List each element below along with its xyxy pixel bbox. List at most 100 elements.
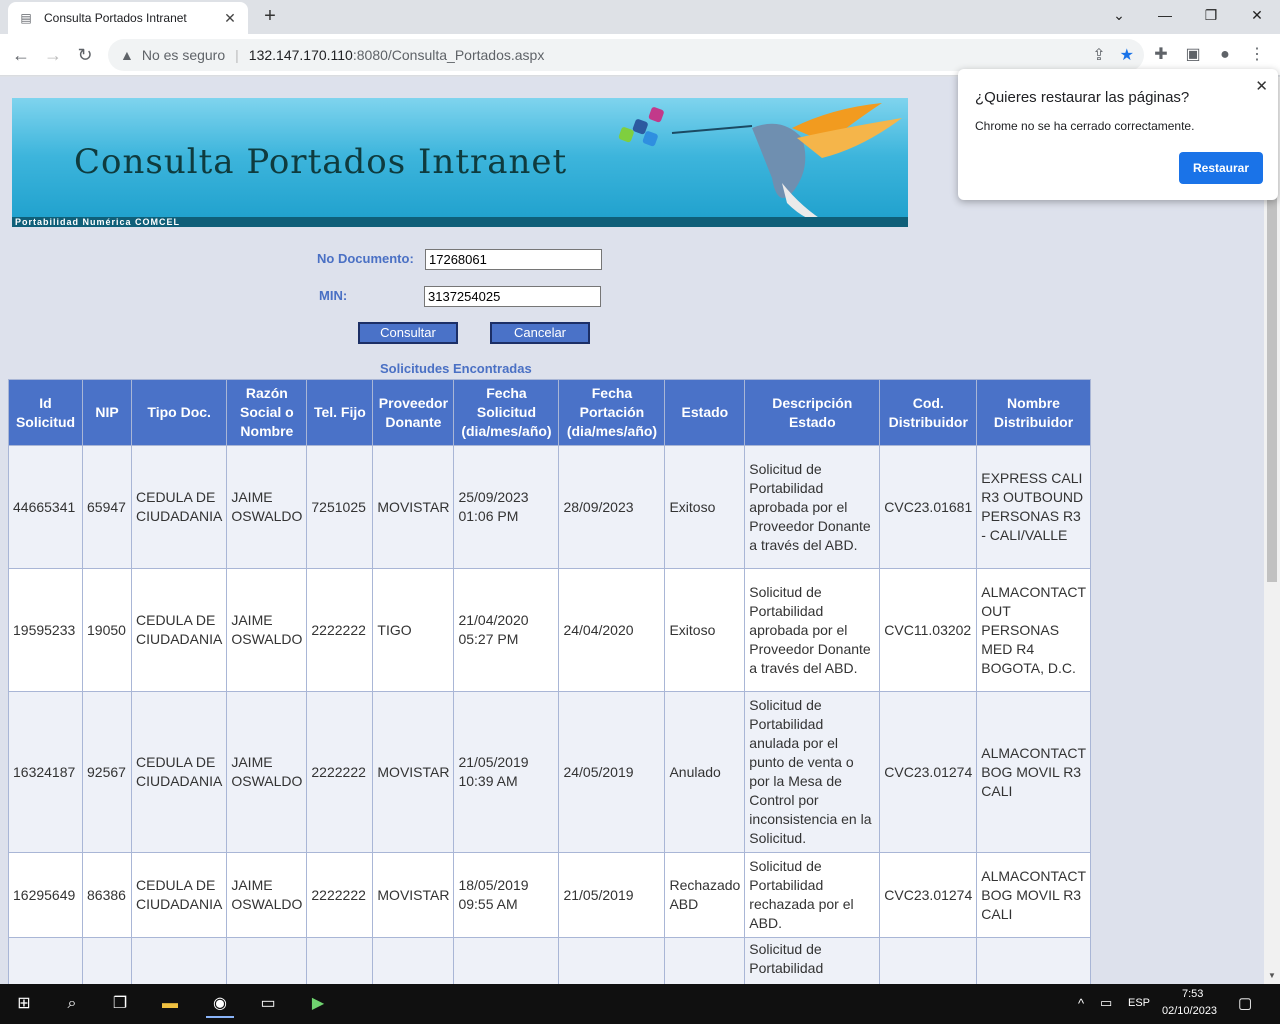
cell-tipo-doc: CEDULA DE CIUDADANIA (130, 852, 228, 938)
scroll-down-icon[interactable]: ▼ (1268, 971, 1276, 980)
close-popup-icon[interactable]: ✕ (1255, 77, 1268, 95)
column-header: Tipo Doc. (130, 379, 228, 446)
column-header: Razón Social o Nombre (226, 379, 308, 446)
close-tab-icon[interactable]: ✕ (222, 10, 238, 27)
cell-cod-distribuidor (879, 937, 978, 984)
cell-nip: 92567 (82, 691, 132, 853)
url-path: :8080/Consulta_Portados.aspx (352, 47, 545, 63)
cell-tel (306, 937, 374, 984)
header-banner: Consulta Portados Intranet Portabilidad … (12, 98, 908, 227)
cell-fecha-solicitud: 25/09/2023 01:06 PM (453, 445, 560, 569)
windows-start-icon[interactable]: ⊞ (10, 990, 38, 1018)
extensions-icon[interactable]: ✚ (1150, 44, 1172, 66)
consultar-button[interactable]: Consultar (358, 322, 458, 344)
cell-tipo-doc: CEDULA DE CIUDADANIA (130, 445, 228, 569)
cell-proveedor: MOVISTAR (372, 852, 455, 938)
cell-fecha-solicitud: 18/05/2019 09:55 AM (453, 852, 560, 938)
address-bar[interactable]: ▲ No es seguro | 132.147.170.110:8080/Co… (108, 39, 1144, 71)
cell-tipo-doc: CEDULA DE CIUDADANIA (130, 568, 228, 692)
cell-nip: 19050 (82, 568, 132, 692)
cell-id: 44665341 (8, 445, 83, 569)
network-icon[interactable]: ▭ (1100, 995, 1112, 1011)
cell-descripcion: Solicitud de Portabilidad (744, 937, 881, 984)
tab-title: Consulta Portados Intranet (44, 11, 187, 25)
clock-date[interactable]: 02/10/2023 (1162, 1005, 1217, 1017)
cell-id: 16295649 (8, 852, 83, 938)
cell-estado: Exitoso (664, 568, 746, 692)
vertical-scrollbar[interactable]: ▲ ▼ (1264, 77, 1280, 984)
bookmark-star-icon[interactable]: ★ (1120, 45, 1134, 65)
cell-fecha-solicitud: 21/05/2019 10:39 AM (453, 691, 560, 853)
chrome-icon[interactable]: ◉ (206, 990, 234, 1018)
cell-id (8, 937, 83, 984)
cell-nombre: JAIME OSWALDO (226, 568, 308, 692)
cell-nombre-distribuidor: ALMACONTACT BOG MOVIL R3 CALI (976, 691, 1091, 853)
cell-proveedor: MOVISTAR (372, 445, 455, 569)
cancelar-button[interactable]: Cancelar (490, 322, 590, 344)
banner-title: Consulta Portados Intranet (74, 142, 568, 182)
restore-button[interactable]: Restaurar (1179, 152, 1263, 184)
cell-id: 19595233 (8, 568, 83, 692)
tab-search-icon[interactable]: ⌄ (1096, 0, 1142, 32)
share-icon[interactable]: ⇪ (1092, 45, 1105, 65)
tab-strip: ▤ Consulta Portados Intranet ✕ + ⌄ — ❐ ✕ (0, 0, 1280, 34)
column-header: Fecha Portación (dia/mes/año) (558, 379, 666, 446)
file-explorer-icon[interactable]: ▬ (156, 990, 184, 1018)
min-label: MIN: (319, 288, 348, 303)
menu-icon[interactable]: ⋮ (1246, 44, 1268, 66)
forward-icon[interactable]: → (38, 40, 68, 70)
table-row: 16324187 92567 CEDULA DE CIUDADANIA JAIM… (8, 691, 1091, 853)
search-icon[interactable]: ⌕ (58, 990, 86, 1018)
notifications-icon[interactable]: ▢ (1238, 994, 1252, 1012)
reload-icon[interactable]: ↻ (70, 40, 100, 70)
banner-subtitle: Portabilidad Numérica COMCEL (12, 217, 908, 227)
cell-tel: 7251025 (306, 445, 374, 569)
cell-fecha-solicitud (453, 937, 560, 984)
column-header: Id Solicitud (8, 379, 83, 446)
table-row: Solicitud de Portabilidad (8, 937, 1091, 984)
new-tab-icon[interactable]: + (258, 4, 282, 28)
restore-icon[interactable]: ❐ (1188, 0, 1234, 32)
language-indicator[interactable]: ESP (1128, 997, 1150, 1009)
warning-icon: ▲ (120, 47, 134, 63)
cell-estado: Anulado (664, 691, 746, 853)
close-window-icon[interactable]: ✕ (1234, 0, 1280, 32)
browser-tab[interactable]: ▤ Consulta Portados Intranet ✕ (8, 2, 248, 34)
column-header: NIP (82, 379, 132, 446)
cell-nombre: JAIME OSWALDO (226, 852, 308, 938)
cell-nip (82, 937, 132, 984)
results-caption: Solicitudes Encontradas (380, 361, 532, 376)
back-icon[interactable]: ← (6, 40, 36, 70)
scroll-thumb[interactable] (1267, 177, 1277, 582)
cell-estado: Rechazado ABD (664, 852, 746, 938)
side-panel-icon[interactable]: ▣ (1182, 44, 1204, 66)
cell-nombre: JAIME OSWALDO (226, 691, 308, 853)
page-content: Consulta Portados Intranet Portabilidad … (0, 77, 1264, 984)
cell-descripcion: Solicitud de Portabilidad anulada por el… (744, 691, 881, 853)
column-header: Fecha Solicitud (dia/mes/año) (453, 379, 560, 446)
doc-input[interactable] (425, 249, 602, 270)
cell-estado: Exitoso (664, 445, 746, 569)
cell-fecha-portacion (558, 937, 666, 984)
min-input[interactable] (424, 286, 601, 307)
media-player-icon[interactable]: ▶ (304, 990, 332, 1018)
task-view-icon[interactable]: ❐ (106, 990, 134, 1018)
cell-descripcion: Solicitud de Portabilidad rechazada por … (744, 852, 881, 938)
clock-time[interactable]: 7:53 (1182, 988, 1203, 1000)
page-favicon-icon: ▤ (20, 11, 32, 25)
cell-tel: 2222222 (306, 568, 374, 692)
cell-tel: 2222222 (306, 691, 374, 853)
url-host: 132.147.170.110 (248, 47, 353, 63)
cell-nombre-distribuidor: ALMACONTACT BOG MOVIL R3 CALI (976, 852, 1091, 938)
cell-cod-distribuidor: CVC23.01274 (879, 691, 978, 853)
terminal-icon[interactable]: ▭ (254, 990, 282, 1018)
cell-nombre (226, 937, 308, 984)
security-label: No es seguro (141, 47, 226, 63)
cell-fecha-portacion: 24/05/2019 (558, 691, 666, 853)
cell-fecha-solicitud: 21/04/2020 05:27 PM (453, 568, 560, 692)
cell-cod-distribuidor: CVC23.01274 (879, 852, 978, 938)
minimize-icon[interactable]: — (1142, 0, 1188, 32)
cell-cod-distribuidor: CVC23.01681 (879, 445, 978, 569)
tray-chevron-icon[interactable]: ^ (1078, 996, 1084, 1011)
profile-icon[interactable]: ● (1214, 44, 1236, 66)
